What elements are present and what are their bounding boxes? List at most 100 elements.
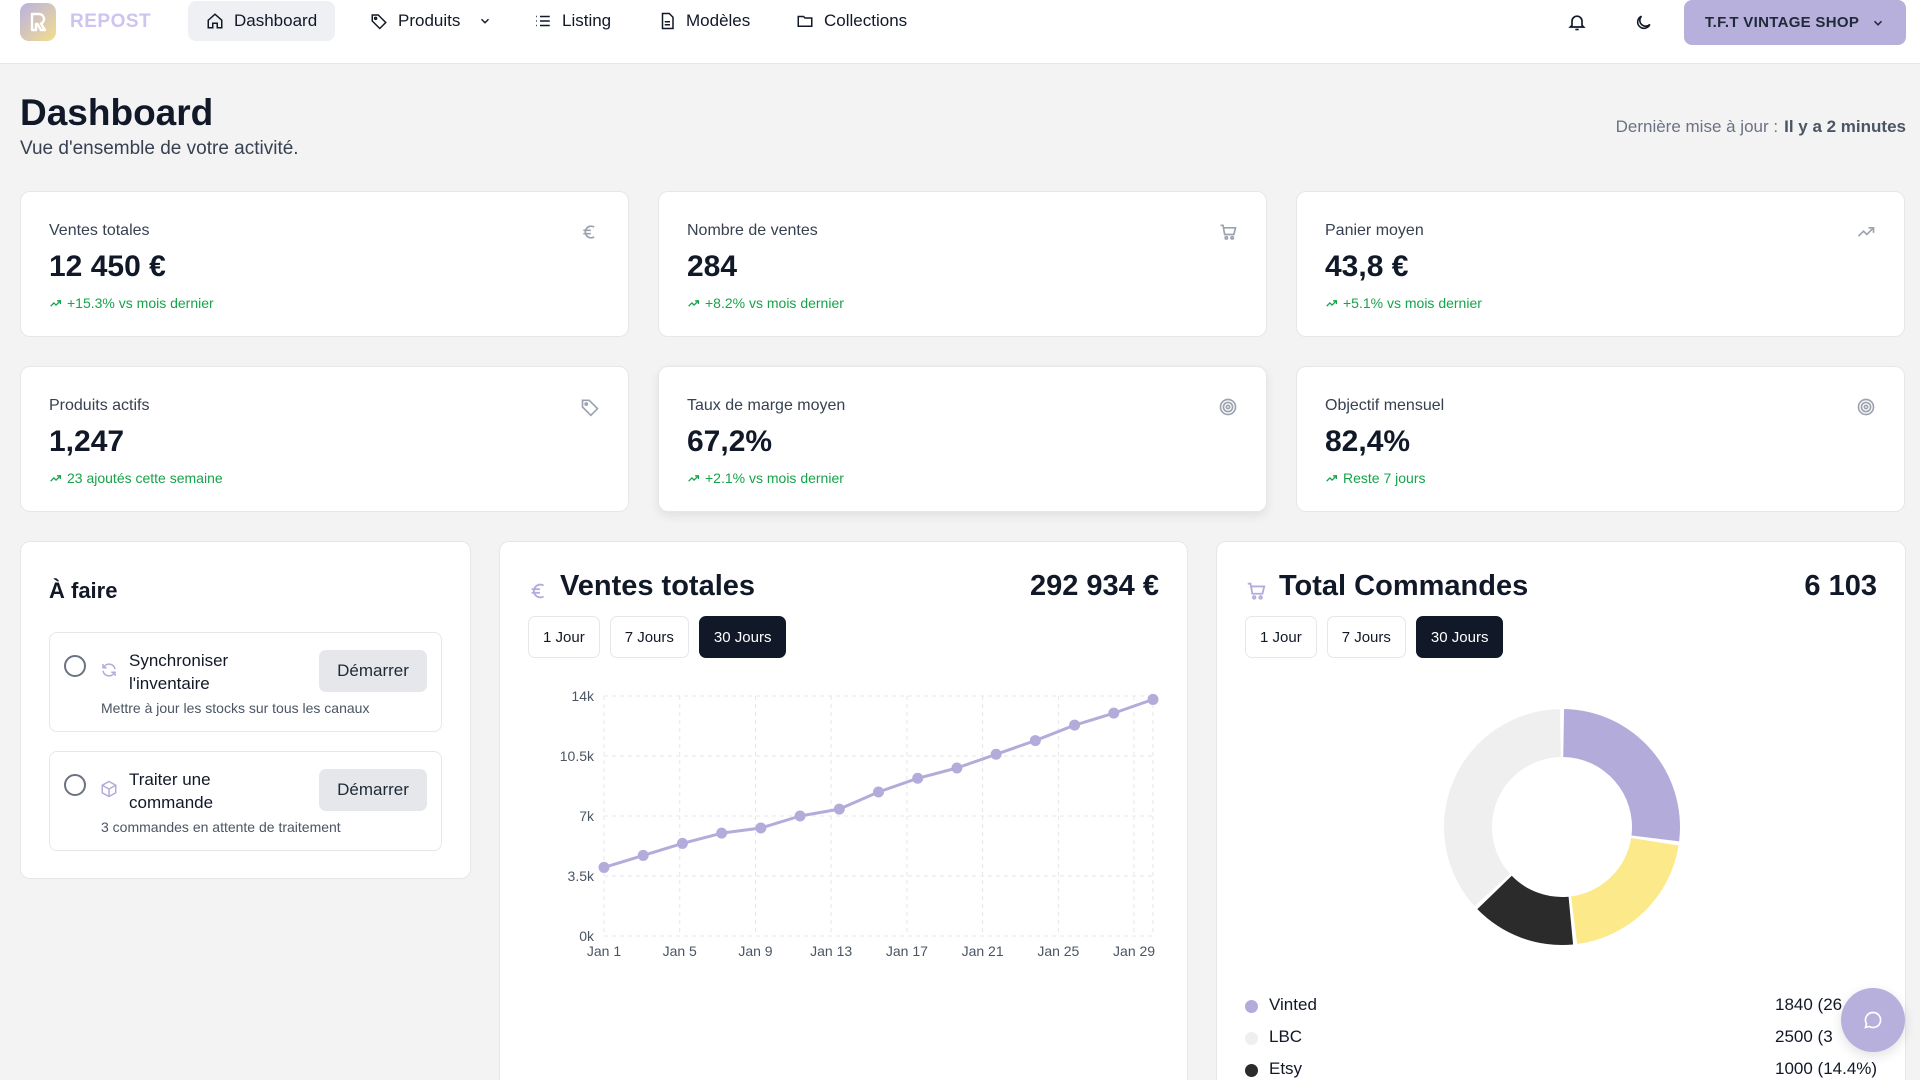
stat-delta: 23 ajoutés cette semaine — [49, 470, 223, 486]
target-icon — [1857, 398, 1875, 416]
trending-up-icon — [50, 299, 62, 307]
orders-donut-chart — [1444, 709, 1680, 945]
stat-delta-text: +8.2% vs mois dernier — [705, 295, 844, 311]
todo-desc: Mettre à jour les stocks sur tous les ca… — [101, 700, 370, 716]
y-tick-label: 0k — [579, 928, 595, 944]
todo-item-sync: Synchroniser l'inventaire Mettre à jour … — [49, 632, 442, 732]
dark-mode-toggle[interactable] — [1629, 8, 1657, 36]
nav-label: Listing — [562, 11, 612, 30]
nav-item-produits[interactable]: Produits — [352, 1, 510, 41]
stat-delta: +15.3% vs mois dernier — [49, 295, 214, 311]
trending-up-icon — [50, 474, 62, 482]
data-point — [676, 837, 688, 849]
data-point — [833, 803, 845, 815]
legend-name: LBC — [1269, 1027, 1303, 1046]
orders-panel-title: Total Commandes — [1279, 570, 1529, 602]
todo-panel: À faire Synchroniser l'inventaire Mettre… — [20, 541, 471, 879]
data-point — [598, 861, 610, 873]
shop-label: T.F.T VINTAGE SHOP — [1704, 14, 1860, 31]
stat-value: 43,8 € — [1325, 250, 1409, 283]
stat-value: 12 450 € — [49, 250, 166, 283]
range-7-days[interactable]: 7 Jours — [609, 616, 689, 658]
stat-delta-text: +2.1% vs mois dernier — [705, 470, 844, 486]
chat-button[interactable] — [1841, 988, 1905, 1052]
chat-bubble-icon — [1864, 1011, 1882, 1029]
tag-icon — [371, 14, 387, 30]
last-update-label: Dernière mise à jour : — [1615, 117, 1779, 136]
sales-range-tabs: 1 Jour 7 Jours 30 Jours — [528, 616, 787, 658]
stat-card-panier-moyen: Panier moyen 43,8 € +5.1% vs mois dernie… — [1296, 191, 1905, 337]
file-icon — [661, 12, 674, 30]
stat-value: 67,2% — [687, 425, 773, 458]
x-tick-label: Jan 17 — [886, 943, 928, 959]
cart-icon — [1247, 582, 1266, 600]
stat-value: 284 — [687, 250, 738, 283]
legend-value: 1000 (14.4%) — [1775, 1059, 1878, 1078]
nav-item-listing[interactable]: Listing — [516, 1, 629, 41]
y-tick-label: 7k — [579, 808, 595, 824]
data-point — [951, 762, 963, 774]
sales-panel: Ventes totales 292 934 € 1 Jour 7 Jours … — [499, 541, 1188, 1080]
legend-name: Vinted — [1269, 995, 1317, 1014]
range-1-day[interactable]: 1 Jour — [528, 616, 600, 658]
data-point — [794, 810, 806, 822]
box-icon — [101, 780, 117, 798]
last-update-value: Il y a 2 minutes — [1784, 117, 1906, 136]
range-30-days[interactable]: 30 Jours — [1415, 616, 1504, 658]
top-navbar: REPOST Dashboard Produits Listing Modèle… — [0, 0, 1920, 64]
target-icon — [1219, 398, 1237, 416]
legend-swatch — [1245, 1064, 1258, 1077]
sales-panel-total: 292 934 € — [1029, 570, 1159, 602]
data-point — [912, 772, 924, 784]
orders-range-tabs: 1 Jour 7 Jours 30 Jours — [1245, 616, 1504, 658]
data-point — [755, 822, 767, 834]
nav-item-collections[interactable]: Collections — [778, 1, 925, 41]
sales-panel-title: Ventes totales — [560, 570, 756, 602]
stat-label: Objectif mensuel — [1325, 397, 1445, 414]
todo-name: Traiter une commande — [129, 770, 214, 812]
stat-value: 1,247 — [49, 425, 125, 458]
trending-up-icon — [1326, 474, 1338, 482]
refresh-icon — [102, 663, 116, 677]
stat-card-taux-marge: Taux de marge moyen 67,2% +2.1% vs mois … — [658, 366, 1267, 512]
range-1-day[interactable]: 1 Jour — [1245, 616, 1317, 658]
range-7-days[interactable]: 7 Jours — [1326, 616, 1406, 658]
app-logo[interactable]: REPOST — [20, 3, 151, 41]
nav-label: Collections — [824, 11, 908, 30]
data-point — [716, 827, 728, 839]
stat-delta: +2.1% vs mois dernier — [687, 470, 844, 486]
stat-delta: +5.1% vs mois dernier — [1325, 295, 1482, 311]
start-button[interactable]: Démarrer — [319, 650, 427, 692]
stat-delta-text: 23 ajoutés cette semaine — [67, 470, 223, 486]
stat-value: 82,4% — [1325, 425, 1411, 458]
legend-swatch — [1245, 1000, 1258, 1013]
range-30-days[interactable]: 30 Jours — [698, 616, 787, 658]
x-tick-label: Jan 25 — [1037, 943, 1079, 959]
trending-up-icon — [1326, 299, 1338, 307]
todo-name: Synchroniser l'inventaire — [129, 651, 229, 693]
todo-checkbox[interactable] — [64, 774, 86, 796]
folder-icon — [797, 15, 813, 27]
stat-label: Taux de marge moyen — [687, 397, 846, 414]
home-icon — [207, 13, 223, 29]
start-button[interactable]: Démarrer — [319, 769, 427, 811]
stat-delta: +8.2% vs mois dernier — [687, 295, 844, 311]
nav-item-modeles[interactable]: Modèles — [640, 1, 768, 41]
shop-selector-button[interactable]: T.F.T VINTAGE SHOP — [1684, 0, 1906, 45]
orders-panel: Total Commandes 6 103 1 Jour 7 Jours 30 … — [1216, 541, 1906, 1080]
moon-icon — [1636, 14, 1651, 29]
todo-checkbox[interactable] — [64, 655, 86, 677]
tag-icon — [581, 399, 599, 417]
legend-value: 1840 (26 — [1775, 995, 1843, 1014]
legend-item-lbc: LBC 2500 (3 — [1245, 1027, 1885, 1049]
todo-desc: 3 commandes en attente de traitement — [101, 819, 341, 835]
nav-item-dashboard[interactable]: Dashboard — [188, 1, 336, 41]
notifications-button[interactable] — [1563, 8, 1591, 36]
todo-item-order: Traiter une commande 3 commandes en atte… — [49, 751, 442, 851]
trending-up-icon — [688, 299, 700, 307]
nav-label: Produits — [398, 11, 461, 30]
page-title: Dashboard — [20, 92, 214, 133]
stat-delta-text: +5.1% vs mois dernier — [1343, 295, 1482, 311]
orders-panel-total: 6 103 — [1804, 570, 1877, 602]
page-subtitle: Vue d'ensemble de votre activité. — [20, 138, 299, 159]
